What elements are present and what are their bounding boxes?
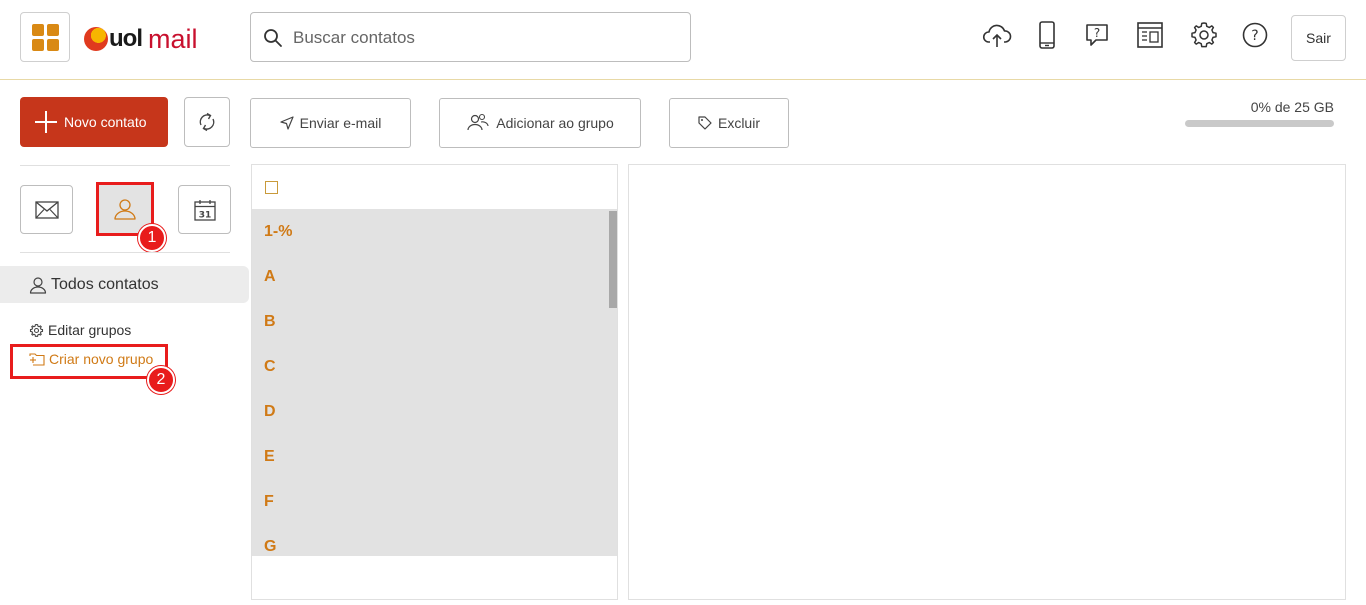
sidebar-item-all-contacts[interactable]: Todos contatos [0,266,249,303]
newsletter-icon[interactable] [1135,20,1165,50]
add-to-group-label: Adicionar ao grupo [496,115,614,131]
letter-heading[interactable]: A [264,268,276,286]
send-email-label: Enviar e-mail [299,115,382,131]
mobile-phone-icon[interactable] [1032,20,1062,50]
search-icon [264,29,282,47]
annotation-highlight-box [10,344,168,379]
storage-quota-text: 0% de 25 GB [1250,99,1334,115]
uol-logo-icon [84,27,108,51]
annotation-badge-1: 1 [138,224,166,252]
sidebar-divider [20,165,230,166]
apps-menu-button[interactable] [20,12,70,62]
delete-button[interactable]: Excluir [669,98,789,148]
letter-heading[interactable]: C [264,358,276,376]
select-all-checkbox[interactable] [265,181,278,194]
gear-icon[interactable] [1189,20,1219,50]
letter-heading[interactable]: G [264,538,276,556]
apps-grid-icon [32,24,44,36]
help-chat-icon[interactable]: ? [1082,20,1112,50]
letter-heading[interactable]: F [264,493,274,511]
person-icon [29,276,47,294]
app-tab-calendar[interactable]: 31 [178,185,231,234]
edit-groups-label: Editar grupos [48,322,132,338]
contact-list-panel: 1-% A B C D E F G [251,164,618,600]
contact-list: 1-% A B C D E F G [252,209,617,556]
uol-mail-logo[interactable]: uol mail [84,22,198,56]
plus-icon [35,111,57,133]
edit-groups-link[interactable]: Editar grupos [29,322,131,338]
app-tab-mail[interactable] [20,185,73,234]
add-group-icon [467,113,489,131]
list-scrollbar-thumb[interactable] [609,211,617,308]
all-contacts-label: Todos contatos [51,275,159,293]
annotation-badge-2: 2 [147,366,175,394]
cloud-upload-icon[interactable] [982,20,1012,50]
add-to-group-button[interactable]: Adicionar ao grupo [439,98,641,148]
list-header [252,165,617,209]
contact-detail-panel [628,164,1346,600]
new-contact-button[interactable]: Novo contato [20,97,168,147]
tag-icon [698,116,712,130]
letter-heading[interactable]: D [264,403,276,421]
sidebar-divider [20,252,230,253]
svg-text:?: ? [1251,28,1258,44]
logout-button[interactable]: Sair [1291,15,1346,61]
top-header: uol mail ? ? [0,0,1366,80]
new-contact-label: Novo contato [64,114,147,130]
send-email-button[interactable]: Enviar e-mail [250,98,411,148]
contacts-icon [114,199,136,220]
storage-quota-bar [1185,120,1334,127]
letter-heading[interactable]: E [264,448,275,466]
send-icon [280,116,294,130]
svg-text:?: ? [1094,26,1100,40]
help-icon[interactable]: ? [1240,20,1270,50]
search-input[interactable] [293,25,673,51]
calendar-icon: 31 [193,199,216,221]
mail-icon [34,200,59,219]
calendar-day-number: 31 [198,210,211,220]
sync-button[interactable] [184,97,230,147]
search-box[interactable] [250,12,691,62]
sync-icon [199,112,215,132]
letter-heading[interactable]: 1-% [264,223,292,241]
delete-label: Excluir [717,115,760,131]
letter-heading[interactable]: B [264,313,276,331]
gear-icon [29,323,44,337]
